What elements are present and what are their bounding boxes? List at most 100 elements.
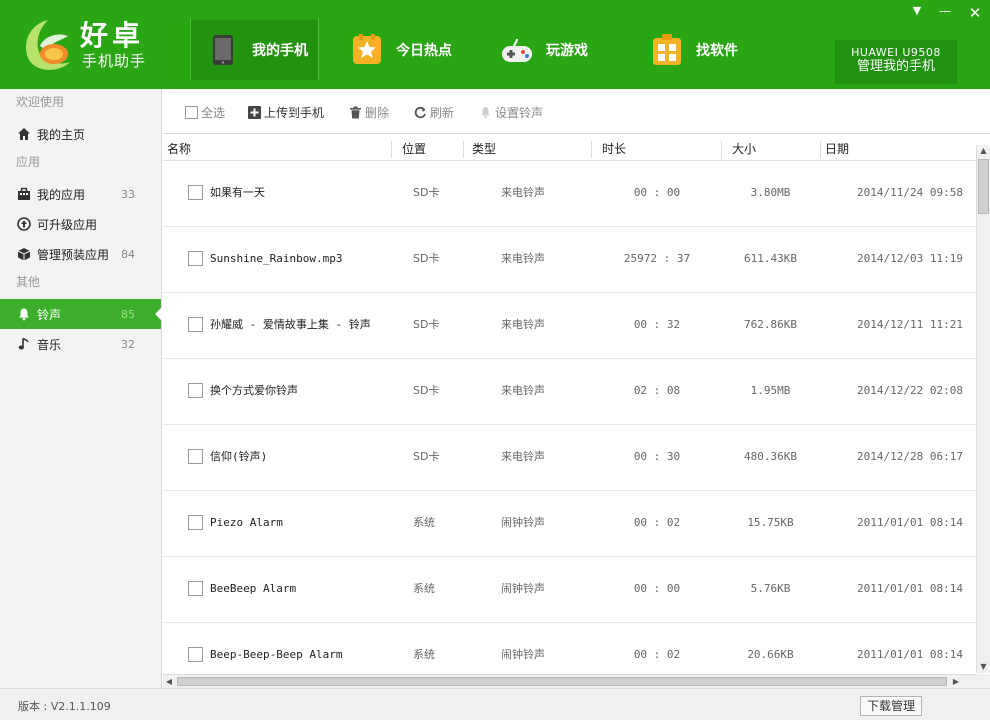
- sidebar-count: 84: [121, 247, 135, 261]
- row-checkbox[interactable]: [188, 383, 203, 398]
- scroll-left-arrow-icon[interactable]: ◀: [163, 675, 175, 688]
- sidebar-category-apps: 应用: [16, 155, 41, 169]
- bell-icon: [19, 308, 29, 321]
- select-all-checkbox[interactable]: 全选: [185, 103, 225, 121]
- sidebar-item-music[interactable]: 音乐 32: [0, 329, 161, 359]
- horizontal-scroll-thumb[interactable]: [177, 677, 947, 686]
- nav-divider: [318, 18, 319, 80]
- close-icon[interactable]: ✕: [965, 4, 985, 22]
- cell-type: 闹钟铃声: [501, 582, 545, 595]
- sidebar-count: 32: [121, 337, 135, 351]
- phone-icon: [213, 35, 233, 65]
- cell-name: 换个方式爱你铃声: [210, 384, 298, 397]
- nav-play-games[interactable]: 玩游戏: [500, 20, 588, 80]
- cell-duration: 00 : 32: [633, 318, 681, 331]
- row-checkbox[interactable]: [188, 185, 203, 200]
- logo-icon: [26, 20, 70, 70]
- sidebar-count: 33: [121, 187, 135, 201]
- table-row[interactable]: 孙耀威 - 爱情故事上集 - 铃声 SD卡 来电铃声 00 : 32 762.8…: [163, 293, 976, 359]
- horizontal-scrollbar[interactable]: ◀ ▶: [163, 674, 976, 688]
- sidebar-item-home[interactable]: 我的主页: [0, 119, 161, 149]
- cell-location: SD卡: [413, 318, 440, 331]
- delete-button[interactable]: 删除: [349, 103, 389, 121]
- row-checkbox[interactable]: [188, 581, 203, 596]
- column-header-type[interactable]: 类型: [468, 141, 592, 158]
- set-ringtone-button[interactable]: 设置铃声: [479, 103, 543, 121]
- table-row[interactable]: 如果有一天 SD卡 来电铃声 00 : 00 3.80MB 2014/11/24…: [163, 161, 976, 227]
- toolbar: 全选 上传到手机 删除 刷新 设置铃声: [163, 89, 990, 134]
- table-row[interactable]: Beep-Beep-Beep Alarm 系统 闹钟铃声 00 : 02 20.…: [163, 623, 976, 673]
- sidebar-category-welcome: 欢迎使用: [16, 95, 65, 109]
- vertical-scroll-thumb[interactable]: [978, 159, 989, 214]
- sidebar-item-preinstalled[interactable]: 管理预装应用 84: [0, 239, 161, 269]
- cell-name: 信仰(铃声): [210, 450, 268, 463]
- table-header: 名称 位置 类型 时长 大小 日期: [163, 138, 990, 161]
- menu-dropdown-icon[interactable]: ▼: [907, 4, 927, 22]
- minimize-icon[interactable]: —: [935, 4, 955, 22]
- cell-location: SD卡: [413, 450, 440, 463]
- home-icon: [18, 128, 30, 140]
- row-checkbox[interactable]: [188, 647, 203, 662]
- row-checkbox[interactable]: [188, 515, 203, 530]
- nav-label: 今日热点: [396, 43, 452, 59]
- table-row[interactable]: 换个方式爱你铃声 SD卡 来电铃声 02 : 08 1.95MB 2014/12…: [163, 359, 976, 425]
- scroll-down-arrow-icon[interactable]: ▼: [977, 661, 990, 673]
- sidebar-item-my-apps[interactable]: 我的应用 33: [0, 179, 161, 209]
- scroll-up-arrow-icon[interactable]: ▲: [977, 145, 990, 157]
- cell-date: 2011/01/01 08:14: [857, 648, 963, 661]
- cell-location: SD卡: [413, 252, 440, 265]
- cell-size: 20.66KB: [747, 648, 794, 661]
- manage-device-button[interactable]: HUAWEI U9508 管理我的手机: [835, 40, 957, 84]
- cell-date: 2014/11/24 09:58: [857, 186, 963, 199]
- refresh-button[interactable]: 刷新: [414, 103, 454, 121]
- table-row[interactable]: BeeBeep Alarm 系统 闹钟铃声 00 : 00 5.76KB 201…: [163, 557, 976, 623]
- cell-type: 闹钟铃声: [501, 648, 545, 661]
- column-header-size[interactable]: 大小: [728, 141, 821, 158]
- app-subtitle: 手机助手: [82, 52, 147, 70]
- sidebar-item-upgradable[interactable]: 可升级应用: [0, 209, 161, 239]
- cell-duration: 00 : 00: [633, 186, 681, 199]
- download-manager-button[interactable]: 下载管理: [860, 696, 922, 716]
- cell-duration: 00 : 00: [633, 582, 681, 595]
- table-row[interactable]: Piezo Alarm 系统 闹钟铃声 00 : 02 15.75KB 2011…: [163, 491, 976, 557]
- top-bar: 好卓 手机助手 我的手机 今日热点 玩游戏 找软件 HUAWEI U9508 管…: [0, 0, 990, 89]
- upload-to-phone-button[interactable]: 上传到手机: [248, 103, 324, 121]
- nav-find-apps[interactable]: 找软件: [650, 20, 738, 80]
- nav-my-phone[interactable]: 我的手机: [191, 20, 318, 80]
- nav-today-hot[interactable]: 今日热点: [350, 20, 452, 80]
- sidebar: 欢迎使用 我的主页 应用 我的应用 33 可升级应用 管理预装应用 84 其他: [0, 89, 162, 688]
- cell-duration: 00 : 02: [633, 516, 681, 529]
- cell-date: 2011/01/01 08:14: [857, 582, 963, 595]
- sidebar-item-label: 音乐: [37, 337, 62, 352]
- cell-duration: 00 : 30: [633, 450, 681, 463]
- sidebar-item-ringtones[interactable]: 铃声 85: [0, 299, 162, 329]
- cell-location: 系统: [413, 648, 435, 661]
- manage-device-label: 管理我的手机: [856, 59, 935, 74]
- row-checkbox[interactable]: [188, 251, 203, 266]
- music-note-icon: [18, 337, 29, 350]
- scroll-right-arrow-icon[interactable]: ▶: [950, 675, 962, 688]
- vertical-scrollbar[interactable]: ▲ ▼: [976, 145, 990, 673]
- set-ringtone-label: 设置铃声: [495, 105, 544, 120]
- cell-name: 如果有一天: [210, 186, 265, 199]
- table-row[interactable]: 信仰(铃声) SD卡 来电铃声 00 : 30 480.36KB 2014/12…: [163, 425, 976, 491]
- column-header-name[interactable]: 名称: [163, 141, 392, 158]
- row-checkbox[interactable]: [188, 449, 203, 464]
- cell-type: 来电铃声: [501, 252, 545, 265]
- sidebar-item-label: 铃声: [37, 307, 62, 322]
- cell-location: 系统: [413, 582, 435, 595]
- cell-location: 系统: [413, 516, 435, 529]
- column-header-location[interactable]: 位置: [398, 141, 464, 158]
- upgrade-arrow-icon: [17, 217, 31, 231]
- column-header-duration[interactable]: 时长: [598, 141, 722, 158]
- status-bar: 版本 : V2.1.1.109 下载管理: [0, 688, 990, 720]
- checkbox-icon: [185, 105, 198, 119]
- package-icon: [17, 248, 31, 261]
- row-checkbox[interactable]: [188, 317, 203, 332]
- cell-name: Beep-Beep-Beep Alarm: [210, 648, 343, 661]
- table-row[interactable]: Sunshine_Rainbow.mp3 SD卡 来电铃声 25972 : 37…: [163, 227, 976, 293]
- nav-label: 找软件: [696, 43, 738, 59]
- column-header-date[interactable]: 日期: [821, 141, 976, 158]
- cell-location: SD卡: [413, 384, 440, 397]
- cell-date: 2014/12/22 02:08: [857, 384, 963, 397]
